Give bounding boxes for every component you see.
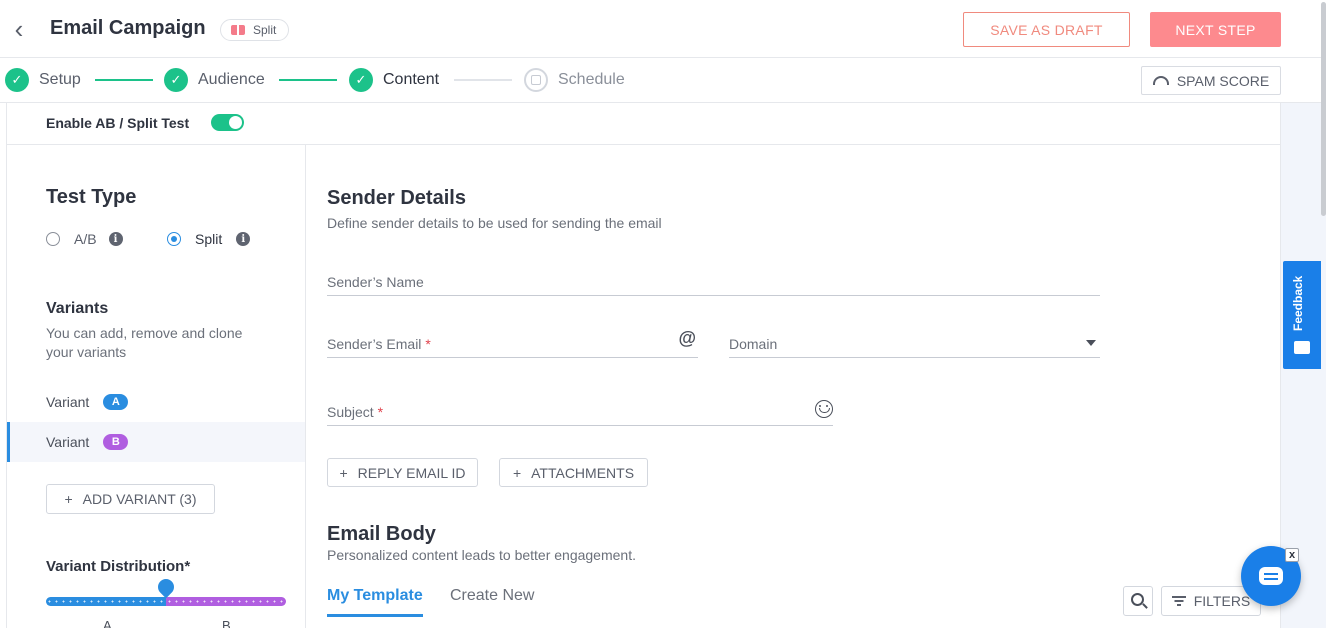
- at-sign-icon: @: [678, 328, 696, 348]
- placeholder-text: Sender’s Email: [327, 336, 422, 352]
- campaign-type-badge: Split: [220, 19, 290, 41]
- sender-details-heading: Sender Details: [327, 187, 466, 209]
- email-body-help: Personalized content leads to better eng…: [327, 547, 636, 563]
- check-icon: ✓: [164, 68, 188, 92]
- attachments-button[interactable]: + ATTACHMENTS: [499, 458, 648, 487]
- step-label: Audience: [198, 71, 265, 88]
- check-icon: ✓: [5, 68, 29, 92]
- variant-a-share: [46, 597, 166, 606]
- test-type-option-split[interactable]: Split i: [167, 231, 251, 247]
- chat-icon: [1259, 567, 1283, 585]
- reply-email-id-button[interactable]: + REPLY EMAIL ID: [327, 458, 478, 487]
- variant-distribution-heading: Variant Distribution*: [46, 558, 191, 575]
- variant-distribution-slider[interactable]: [46, 597, 286, 606]
- sender-email-field[interactable]: Sender’s Email * @: [327, 327, 698, 358]
- add-variant-label: ADD VARIANT (3): [82, 491, 197, 507]
- variant-label: Variant: [46, 434, 90, 450]
- info-icon[interactable]: i: [108, 232, 123, 246]
- placeholder-text: Subject: [327, 404, 374, 420]
- step-connector: [279, 79, 337, 81]
- required-mark: *: [425, 336, 431, 352]
- filter-icon: [1171, 596, 1186, 606]
- step-connector: [454, 79, 512, 81]
- chat-close-button[interactable]: x: [1285, 548, 1299, 562]
- tab-create-new[interactable]: Create New: [450, 587, 534, 617]
- split-icon: [231, 25, 245, 35]
- test-type-option-ab[interactable]: A/B i: [46, 231, 123, 247]
- subject-placeholder: Subject *: [327, 404, 383, 420]
- variant-badge: B: [103, 434, 129, 450]
- ab-split-toggle-label: Enable AB / Split Test: [46, 115, 190, 131]
- step-audience[interactable]: ✓ Audience: [164, 68, 265, 92]
- search-icon-handle: [1142, 603, 1148, 609]
- plus-icon: +: [339, 464, 348, 481]
- radio-button[interactable]: [167, 232, 181, 246]
- add-variant-button[interactable]: + ADD VARIANT (3): [46, 484, 215, 514]
- domain-select[interactable]: Domain: [729, 327, 1100, 358]
- pending-step-icon: [524, 68, 548, 92]
- feedback-icon: [1294, 341, 1310, 354]
- test-type-heading: Test Type: [46, 186, 137, 208]
- gauge-icon: [1152, 76, 1169, 85]
- attachments-label: ATTACHMENTS: [531, 464, 635, 481]
- option-label: Split: [195, 231, 223, 247]
- sender-name-placeholder: Sender’s Name: [327, 274, 424, 290]
- plus-icon: +: [64, 491, 73, 507]
- ab-split-toggle[interactable]: [211, 114, 244, 131]
- page-title: Email Campaign: [50, 17, 206, 39]
- email-body-heading: Email Body: [327, 523, 436, 545]
- reply-email-id-label: REPLY EMAIL ID: [357, 464, 466, 481]
- step-connector: [95, 79, 153, 81]
- step-schedule[interactable]: Schedule: [524, 68, 625, 92]
- top-header: ‹ Email Campaign Split SAVE AS DRAFT NEX…: [0, 0, 1326, 58]
- tab-my-template[interactable]: My Template: [327, 587, 423, 617]
- variant-label: Variant: [46, 394, 90, 410]
- content-panel: Enable AB / Split Test Test Type A/B i S…: [6, 103, 1281, 628]
- option-label: A/B: [74, 231, 97, 247]
- step-label: Setup: [39, 71, 81, 88]
- variant-badge: A: [103, 394, 129, 410]
- ab-split-toggle-row: Enable AB / Split Test: [7, 103, 1280, 145]
- distribution-label-a: A: [103, 618, 112, 628]
- radio-button[interactable]: [46, 232, 60, 246]
- save-as-draft-button[interactable]: SAVE AS DRAFT: [963, 12, 1130, 47]
- variant-item-a[interactable]: Variant A: [7, 382, 305, 422]
- template-search-button[interactable]: [1123, 586, 1153, 616]
- variant-settings-column: Test Type A/B i Split i Variants You can…: [7, 145, 306, 628]
- campaign-stepper: ✓ Setup ✓ Audience ✓ Content Schedule SP…: [0, 58, 1326, 103]
- sender-name-field[interactable]: Sender’s Name: [327, 265, 1100, 296]
- feedback-label: Feedback: [1291, 275, 1305, 331]
- step-content[interactable]: ✓ Content: [349, 68, 439, 92]
- domain-placeholder: Domain: [729, 336, 778, 352]
- caret-down-icon: [1086, 340, 1096, 346]
- sender-details-help: Define sender details to be used for sen…: [327, 215, 662, 231]
- variants-help-text: You can add, remove and clone your varia…: [46, 325, 243, 360]
- step-label: Schedule: [558, 71, 625, 88]
- subject-field[interactable]: Subject *: [327, 395, 833, 426]
- feedback-tab[interactable]: Feedback: [1283, 261, 1321, 369]
- step-setup[interactable]: ✓ Setup: [5, 68, 81, 92]
- variant-item-b[interactable]: Variant B: [7, 422, 305, 462]
- distribution-label-b: B: [222, 618, 231, 628]
- emoji-icon[interactable]: [815, 400, 833, 418]
- check-icon: ✓: [349, 68, 373, 92]
- variant-b-share: [166, 597, 286, 606]
- slider-handle[interactable]: [154, 575, 178, 599]
- sender-email-placeholder: Sender’s Email *: [327, 336, 431, 352]
- variants-heading: Variants: [46, 300, 109, 317]
- campaign-type-label: Split: [253, 23, 277, 37]
- plus-icon: +: [512, 464, 522, 481]
- required-mark: *: [377, 404, 384, 420]
- spam-score-label: SPAM SCORE: [1176, 72, 1270, 89]
- step-label: Content: [383, 71, 440, 88]
- next-step-button[interactable]: NEXT STEP: [1150, 12, 1281, 47]
- filters-label: FILTERS: [1193, 593, 1251, 609]
- spam-score-button[interactable]: SPAM SCORE: [1141, 66, 1281, 95]
- info-icon[interactable]: i: [236, 232, 251, 246]
- back-arrow-icon[interactable]: ‹: [8, 16, 30, 42]
- scrollbar-thumb[interactable]: [1321, 2, 1326, 216]
